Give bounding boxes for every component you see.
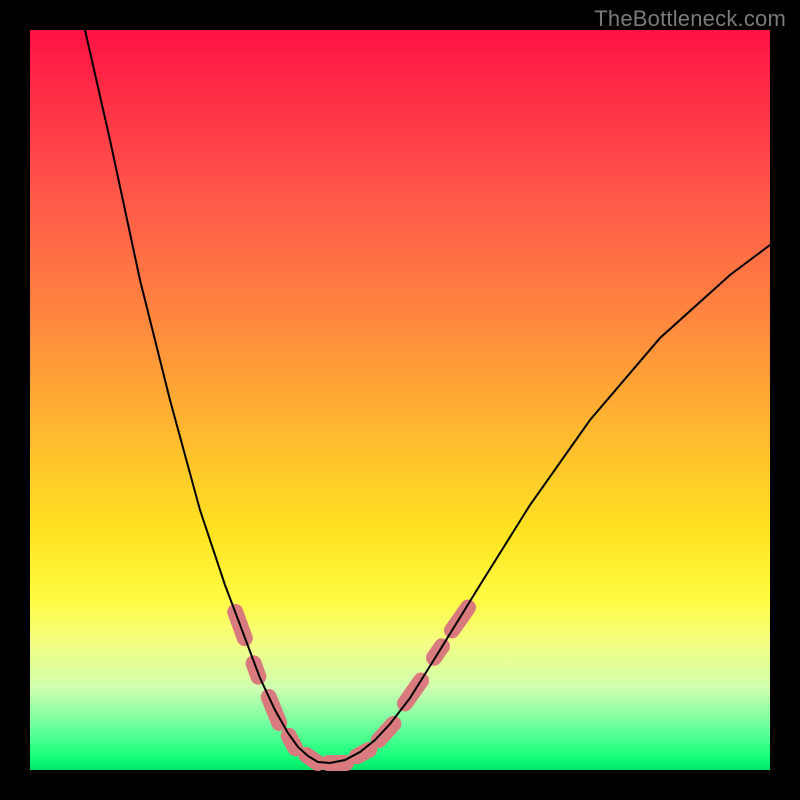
chart-frame: TheBottleneck.com (0, 0, 800, 800)
curve-marker (367, 713, 404, 752)
chart-overlay (30, 30, 770, 770)
watermark-text: TheBottleneck.com (594, 6, 786, 32)
